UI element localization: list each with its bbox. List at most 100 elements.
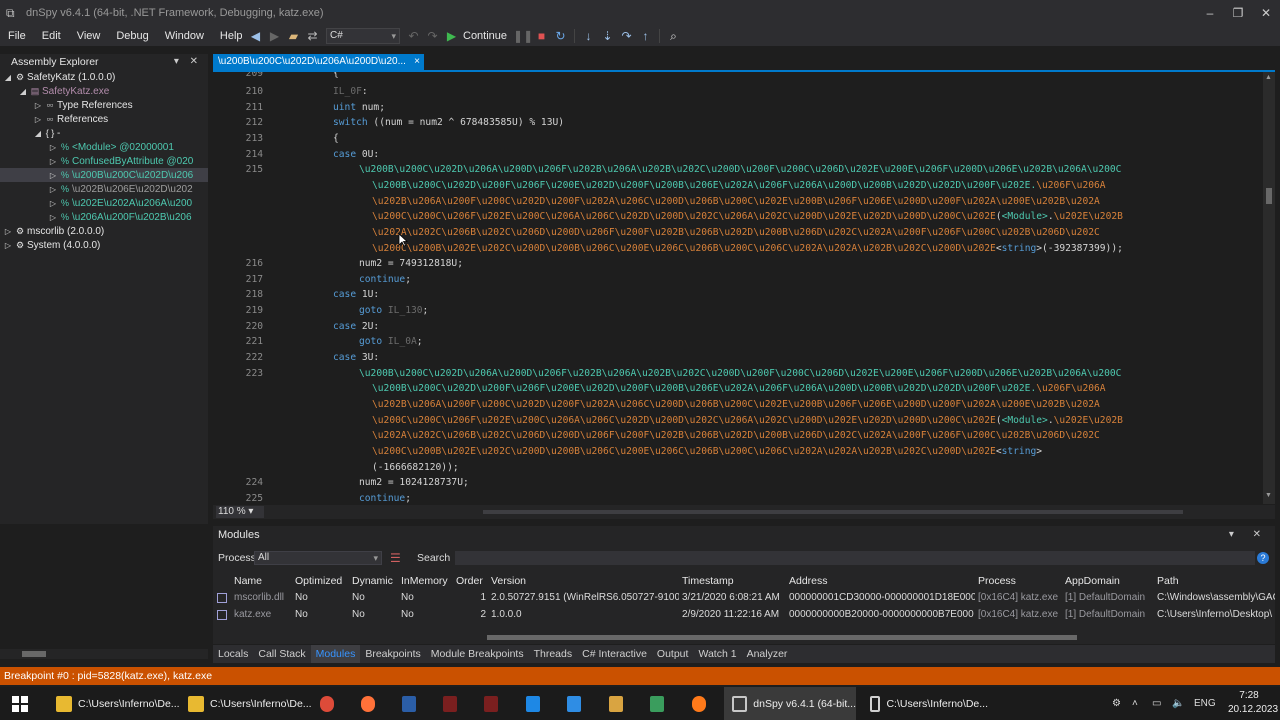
tray-chevron-icon[interactable]: ˄ <box>1132 687 1138 720</box>
column-header[interactable]: Name <box>234 573 294 589</box>
minimize-icon[interactable]: – <box>1196 0 1224 26</box>
explorer-horizontal-scrollbar[interactable] <box>0 649 208 659</box>
column-header[interactable]: Process <box>978 573 1063 589</box>
search-input[interactable] <box>455 551 1255 565</box>
help-icon[interactable]: ? <box>1257 552 1269 564</box>
tab-module-breakpoints[interactable]: Module Breakpoints <box>426 645 529 663</box>
modules-horizontal-scrollbar[interactable] <box>227 633 1261 641</box>
step-over-curve-icon[interactable]: ↷ <box>617 27 636 45</box>
tab-call-stack[interactable]: Call Stack <box>253 645 310 663</box>
taskbar-item[interactable]: dnSpy v6.4.1 (64-bit... <box>724 687 856 720</box>
panel-controls[interactable]: ▾ ✕ <box>174 54 202 70</box>
expand-arrow-icon[interactable]: ▷ <box>48 169 58 182</box>
redo-icon[interactable]: ↷ <box>423 27 442 45</box>
scroll-thumb[interactable] <box>22 651 46 657</box>
process-select[interactable]: All <box>254 551 382 565</box>
step-over-icon[interactable]: ⇣ <box>598 27 617 45</box>
column-header[interactable]: Timestamp <box>682 573 787 589</box>
forward-icon[interactable]: ▶ <box>265 27 284 45</box>
column-header[interactable]: Address <box>789 573 975 589</box>
expand-arrow-icon[interactable]: ▷ <box>48 155 58 168</box>
search-app-icon[interactable] <box>692 687 712 720</box>
taskbar-item[interactable]: C:\Users\Inferno\De... <box>56 687 181 720</box>
editor-horizontal-scrollbar[interactable] <box>483 510 1183 514</box>
document-tab[interactable]: \u200B\u200C\u202D\u206A\u200D\u20... × <box>213 54 424 70</box>
column-header[interactable]: Order <box>456 573 486 589</box>
collapse-arrow-icon[interactable]: ◢ <box>18 85 28 98</box>
chrome-icon[interactable] <box>320 687 340 720</box>
expand-arrow-icon[interactable]: ▷ <box>48 183 58 196</box>
menu-edit[interactable]: Edit <box>34 26 69 46</box>
column-header[interactable]: Optimized <box>295 573 350 589</box>
stop-icon[interactable]: ■ <box>532 27 551 45</box>
bug-icon[interactable] <box>443 687 463 720</box>
expand-arrow-icon[interactable]: ▷ <box>48 211 58 224</box>
refresh-icon[interactable]: ⇄ <box>303 27 322 45</box>
break-icon[interactable]: ❚❚ <box>513 27 533 45</box>
column-header[interactable]: Dynamic <box>352 573 399 589</box>
menu-view[interactable]: View <box>69 26 109 46</box>
collapse-arrow-icon[interactable]: ◢ <box>3 71 13 84</box>
tab-watch-1[interactable]: Watch 1 <box>693 645 741 663</box>
expand-arrow-icon[interactable]: ▷ <box>48 197 58 210</box>
display-icon[interactable]: ▭ <box>1152 687 1161 720</box>
open-icon[interactable]: ▰ <box>284 27 303 45</box>
zoom-select[interactable]: 110 % ▾ <box>216 506 264 518</box>
scroll-up-icon[interactable]: ▲ <box>1265 74 1272 81</box>
menu-debug[interactable]: Debug <box>108 26 156 46</box>
language-indicator[interactable]: ENG <box>1194 687 1216 720</box>
table-row[interactable]: katz.exe No No No 2 1.0.0.0 2/9/2020 11:22:16 … <box>213 607 1275 623</box>
clear-filter-icon[interactable]: ☰ <box>390 550 401 566</box>
tab-output[interactable]: Output <box>652 645 694 663</box>
rdp-icon[interactable] <box>567 687 587 720</box>
panel-controls[interactable]: ▾ ✕ <box>1229 526 1269 544</box>
tab-breakpoints[interactable]: Breakpoints <box>360 645 425 663</box>
collapse-arrow-icon[interactable]: ◢ <box>33 127 43 140</box>
editor-vertical-scrollbar[interactable]: ▲ ▼ <box>1263 72 1275 504</box>
continue-icon[interactable]: ▶ <box>442 27 461 45</box>
tab-c-interactive[interactable]: C# Interactive <box>577 645 652 663</box>
tab-threads[interactable]: Threads <box>529 645 578 663</box>
firefox-icon[interactable] <box>361 687 381 720</box>
tools-icon[interactable] <box>609 687 629 720</box>
step-into-icon[interactable]: ↓ <box>579 27 598 45</box>
step-out-icon[interactable]: ↑ <box>636 27 655 45</box>
tree-node[interactable]: ▷% \u206A\u200F\u202B\u206 <box>0 210 208 224</box>
restart-icon[interactable]: ↻ <box>551 27 570 45</box>
close-icon[interactable]: ✕ <box>1252 0 1280 26</box>
tab-modules[interactable]: Modules <box>310 645 361 663</box>
tab-locals[interactable]: Locals <box>213 645 253 663</box>
tree-node[interactable]: ▷ ▫▫ References <box>0 112 208 126</box>
menu-file[interactable]: File <box>0 26 34 46</box>
expand-arrow-icon[interactable]: ▷ <box>48 141 58 154</box>
tree-node[interactable]: ▷ ▫▫ Type References <box>0 98 208 112</box>
code-editor[interactable]: 209 {210 IL_0F: 211 uint num; 212 switch ((num… <box>213 72 1263 504</box>
volume-icon[interactable]: 🔈 <box>1172 687 1184 720</box>
tree-node[interactable]: ◢ ⚙ SafetyKatz (1.0.0.0) <box>0 70 208 84</box>
table-row[interactable]: mscorlib.dll No No No 1 2.0.50727.9151 (WinRe… <box>213 590 1275 606</box>
restore-icon[interactable]: ❐ <box>1224 0 1252 26</box>
expand-arrow-icon[interactable]: ▷ <box>33 99 43 112</box>
system-clock[interactable]: 7:28 20.12.2023 <box>1228 689 1278 717</box>
tree-node[interactable]: ▷% \u202E\u202A\u206A\u200 <box>0 196 208 210</box>
tree-node[interactable]: ◢ ▤ SafetyKatz.exe <box>0 84 208 98</box>
tree-node[interactable]: ▷% <Module> @02000001 <box>0 140 208 154</box>
back-icon[interactable]: ◀ <box>246 27 265 45</box>
tree-node[interactable]: ▷% ConfusedByAttribute @020 <box>0 154 208 168</box>
windows-start-icon[interactable] <box>12 687 32 720</box>
tree-node[interactable]: ▷% \u200B\u200C\u202D\u206 <box>0 168 208 182</box>
scroll-thumb[interactable] <box>487 635 1077 640</box>
menu-help[interactable]: Help <box>212 26 251 46</box>
column-header[interactable]: Version <box>491 573 679 589</box>
taskbar-item[interactable]: C:\Users\Inferno\De... <box>862 687 988 720</box>
column-header[interactable]: Path <box>1157 573 1275 589</box>
column-header[interactable]: AppDomain <box>1065 573 1155 589</box>
bug-icon[interactable] <box>484 687 504 720</box>
tree-node[interactable]: ▷ ⚙ System (4.0.0.0) <box>0 238 208 252</box>
tree-node[interactable]: ◢{ } - <box>0 126 208 140</box>
undo-icon[interactable]: ↶ <box>404 27 423 45</box>
expand-arrow-icon[interactable]: ▷ <box>33 113 43 126</box>
expand-arrow-icon[interactable]: ▷ <box>3 239 13 252</box>
taskbar-item[interactable]: C:\Users\Inferno\De... <box>188 687 313 720</box>
language-select[interactable]: C# <box>326 28 400 44</box>
